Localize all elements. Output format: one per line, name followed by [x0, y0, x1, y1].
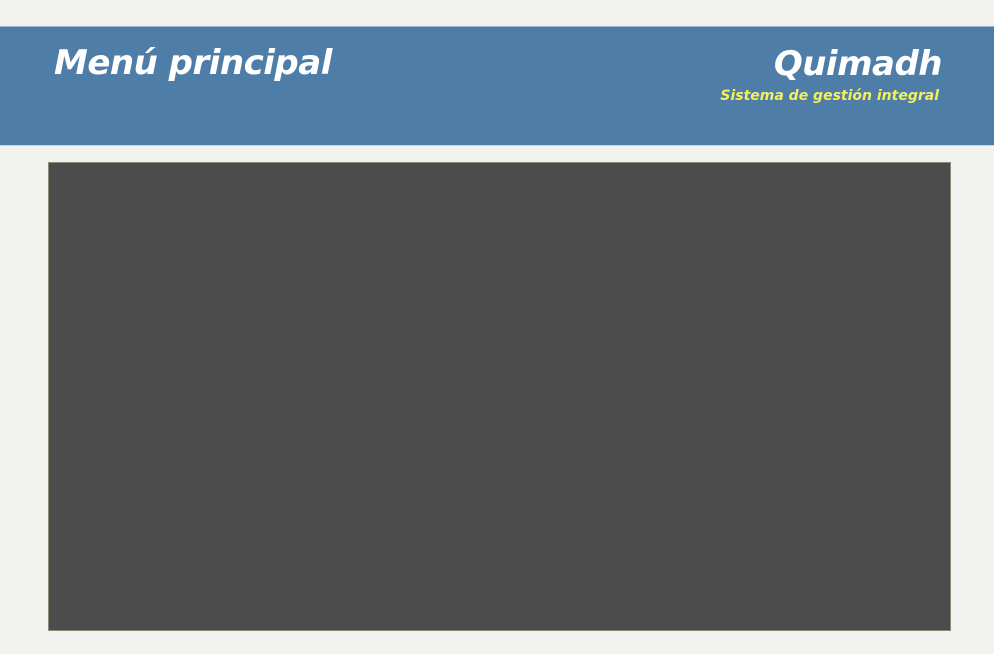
app-header: Menú principal Quimadh Sistema de gestió… [0, 26, 994, 146]
brand-tagline: Sistema de gestión integral [720, 88, 939, 104]
brand: Quimadh Sistema de gestión integral [720, 42, 942, 106]
brand-name: Quimadh [773, 44, 943, 84]
top-strip [0, 0, 994, 26]
page-title: Menú principal [54, 43, 332, 83]
main-content-panel [48, 162, 951, 631]
